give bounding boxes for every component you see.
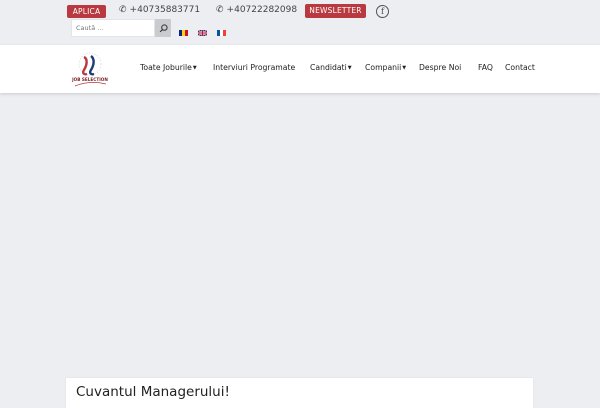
nav-label: Companii [365,63,402,72]
search-input[interactable] [71,19,155,37]
nav-item-despre-noi[interactable]: Despre Noi [419,62,461,74]
page-title: Cuvantul Managerului! [76,384,230,400]
flag-ro-icon[interactable] [179,30,188,36]
nav-label: FAQ [478,63,493,72]
main-navbar: JOB SELECTION Toate Joburile▼ Interviuri… [0,45,600,93]
top-bar: APLICA ✆ +40735883771 ✆ +40722282098 NEWSL… [0,0,600,45]
nav-label: Toate Joburile [140,63,192,72]
nav-item-toate-joburile[interactable]: Toate Joburile▼ [140,62,197,74]
nav-label: Contact [505,63,535,72]
chevron-down-icon: ▼ [347,65,352,71]
nav-label: Interviuri Programate [213,63,296,72]
phone-number-2: +40722282098 [226,5,298,15]
job-selection-logo[interactable] [69,50,111,90]
phone-icon: ✆ [119,5,127,15]
nav-item-candidati[interactable]: Candidati▼ [310,62,352,74]
search-icon [159,23,168,32]
flag-fr-icon[interactable] [217,30,226,36]
nav-item-interviuri-programate[interactable]: Interviuri Programate [213,62,295,74]
facebook-icon[interactable]: f [376,5,389,18]
nav-item-contact[interactable]: Contact [505,62,535,74]
phone-link-1[interactable]: ✆ +40735883771 [119,5,200,15]
apply-button[interactable]: APLICA [67,5,106,18]
manager-message-card: Cuvantul Managerului! [66,378,533,408]
nav-label: Despre Noi [419,63,462,72]
phone-icon: ✆ [216,5,224,15]
chevron-down-icon: ▼ [192,65,197,71]
flag-en-icon[interactable] [198,30,207,36]
logo-text: JOB SELECTION [72,77,108,82]
nav-item-companii[interactable]: Companii▼ [365,62,406,74]
chevron-down-icon: ▼ [402,65,407,71]
search-button[interactable] [155,19,171,37]
phone-number-1: +40735883771 [129,5,201,15]
nav-item-faq[interactable]: FAQ [478,62,493,74]
newsletter-button[interactable]: NEWSLETTER [305,4,366,18]
nav-label: Candidati [310,63,347,72]
phone-link-2[interactable]: ✆ +40722282098 [216,5,297,15]
